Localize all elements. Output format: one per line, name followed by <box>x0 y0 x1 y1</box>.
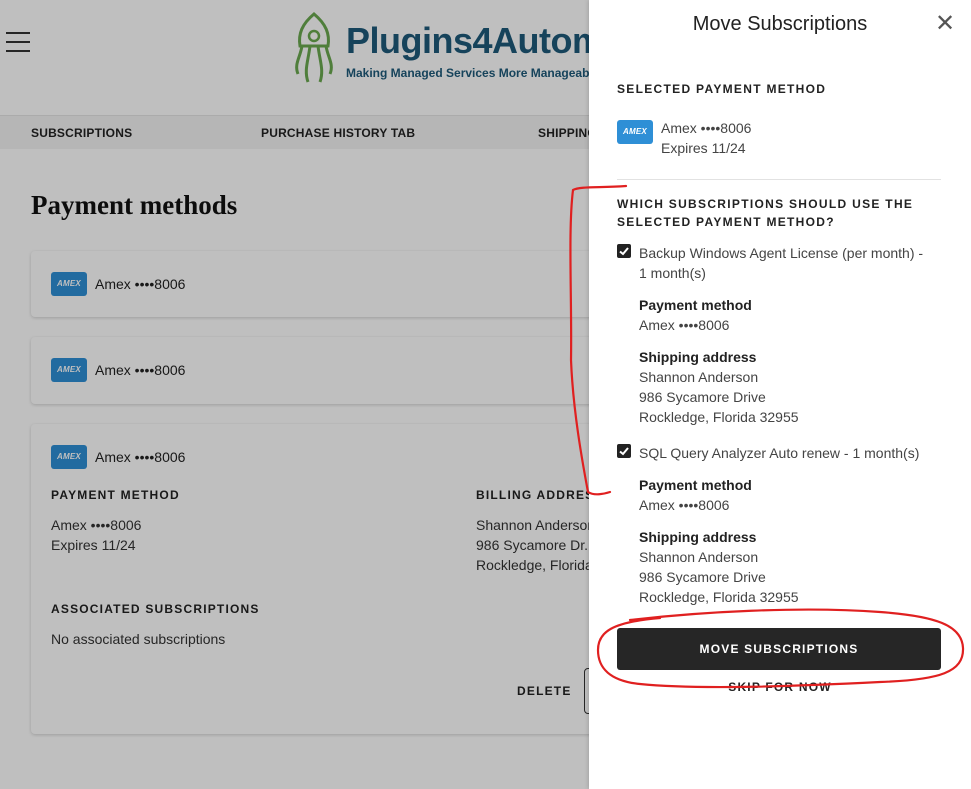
selected-card-expiry: Expires 11/24 <box>661 140 746 156</box>
shipping-street: 986 Sycamore Drive <box>639 389 766 405</box>
shipping-name: Shannon Anderson <box>639 369 759 385</box>
subscriptions-question-line2: SELECTED PAYMENT METHOD? <box>617 215 835 229</box>
shipping-address-label: Shipping address <box>639 349 757 365</box>
shipping-city: Rockledge, Florida 32955 <box>639 409 799 425</box>
shipping-name: Shannon Anderson <box>639 549 759 565</box>
close-icon[interactable]: ✕ <box>935 12 955 36</box>
payment-method-label: Payment method <box>639 477 752 493</box>
subscription-name: SQL Query Analyzer Auto renew - 1 month(… <box>639 445 920 461</box>
modal-overlay[interactable] <box>0 0 589 789</box>
payment-method-value: Amex ••••8006 <box>639 317 730 333</box>
selected-payment-heading: SELECTED PAYMENT METHOD <box>617 82 827 96</box>
checkmark-icon <box>619 447 629 456</box>
move-subscriptions-drawer: Move Subscriptions ✕ SELECTED PAYMENT ME… <box>589 0 971 789</box>
shipping-city: Rockledge, Florida 32955 <box>639 589 799 605</box>
subscription-checkbox[interactable] <box>617 444 631 458</box>
shipping-address-label: Shipping address <box>639 529 757 545</box>
payment-method-label: Payment method <box>639 297 752 313</box>
subscription-name: Backup Windows Agent License (per month)… <box>639 245 924 261</box>
shipping-street: 986 Sycamore Drive <box>639 569 766 585</box>
selected-card: Amex ••••8006 <box>661 120 752 136</box>
divider <box>617 179 941 180</box>
skip-for-now-link[interactable]: SKIP FOR NOW <box>589 680 971 694</box>
subscription-name-line2: 1 month(s) <box>639 265 706 281</box>
checkmark-icon <box>619 247 629 256</box>
amex-card-icon: AMEX <box>617 120 653 144</box>
move-subscriptions-button[interactable]: MOVE SUBSCRIPTIONS <box>617 628 941 670</box>
subscription-checkbox[interactable] <box>617 244 631 258</box>
subscriptions-question: WHICH SUBSCRIPTIONS SHOULD USE THE <box>617 197 914 211</box>
drawer-title: Move Subscriptions <box>692 13 868 35</box>
payment-method-value: Amex ••••8006 <box>639 497 730 513</box>
